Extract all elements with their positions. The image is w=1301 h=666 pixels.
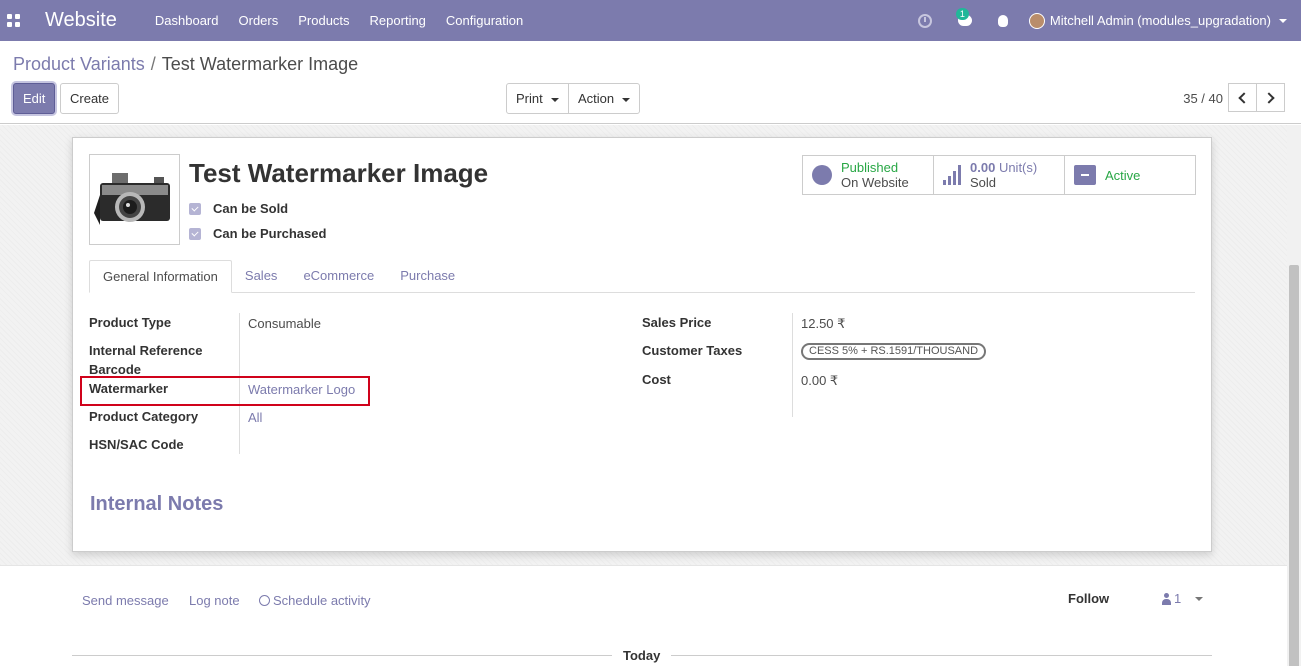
internal-notes-title: Internal Notes (90, 493, 224, 515)
follow-button[interactable]: Follow (1068, 591, 1109, 606)
can-be-sold-checkbox[interactable] (189, 202, 201, 215)
watermarker-highlight-box (80, 376, 370, 406)
print-dropdown[interactable]: Print (506, 83, 569, 114)
top-navbar: Website Dashboard Orders Products Report… (0, 0, 1301, 41)
user-name: Mitchell Admin (modules_upgradation) (1049, 13, 1271, 28)
internal-reference-label: Internal Reference (89, 343, 203, 358)
chevron-down-icon (1195, 596, 1204, 601)
action-label: Action (578, 91, 615, 106)
tab-purchase[interactable]: Purchase (387, 260, 468, 292)
customer-taxes-label: Customer Taxes (642, 343, 743, 358)
chat-icon[interactable]: 1 (942, 0, 988, 41)
product-type-value: Consumable (248, 316, 321, 331)
chevron-down-icon (1279, 18, 1287, 23)
chatter: Send message Log note Schedule activity … (0, 565, 1287, 666)
date-separator-label: Today (612, 648, 672, 663)
print-label: Print (516, 91, 543, 106)
navbar-systray: 1 Mitchell Admin (modules_upgradation) (908, 0, 1301, 41)
sold-label: Sold (970, 175, 997, 190)
product-image[interactable] (89, 154, 180, 245)
product-title: Test Watermarker Image (189, 158, 489, 188)
pager-next-button[interactable] (1256, 83, 1285, 112)
schedule-activity-button[interactable]: Schedule activity (259, 593, 371, 608)
tab-sales[interactable]: Sales (232, 260, 291, 292)
chevron-down-icon (622, 97, 631, 102)
main-menu: Dashboard Orders Products Reporting Conf… (145, 0, 533, 41)
chat-count-badge: 1 (955, 8, 969, 20)
can-be-purchased-label: Can be Purchased (213, 226, 327, 241)
scrollbar[interactable] (1287, 125, 1301, 666)
product-type-label: Product Type (89, 315, 172, 330)
notebook-tabs: General Information Sales eCommerce Purc… (89, 260, 1195, 293)
debug-bug-icon[interactable] (988, 0, 1018, 41)
chevron-down-icon (550, 97, 559, 102)
sales-price-value: 12.50 ₹ (801, 316, 846, 331)
menu-orders[interactable]: Orders (229, 0, 289, 41)
customer-tax-tag: CESS 5% + RS.1591/THOUSAND (801, 343, 987, 360)
published-subtitle: On Website (841, 175, 909, 190)
product-category-label: Product Category (89, 409, 199, 424)
can-be-sold-label: Can be Sold (213, 201, 289, 216)
pager-value[interactable]: 35 / 40 (1183, 91, 1223, 106)
active-stat-button[interactable]: Active (1064, 155, 1196, 195)
can-be-purchased-checkbox[interactable] (189, 227, 201, 240)
signal-bars-icon (943, 165, 961, 185)
control-panel: Product Variants / Test Watermarker Image … (0, 41, 1301, 124)
tab-general-information[interactable]: General Information (89, 260, 232, 293)
sales-price-label: Sales Price (642, 315, 712, 330)
menu-reporting[interactable]: Reporting (360, 0, 436, 41)
tab-ecommerce[interactable]: eCommerce (290, 260, 387, 292)
field-divider (792, 313, 793, 417)
can-be-sold-field[interactable]: Can be Sold (189, 201, 288, 216)
apps-menu-icon[interactable] (7, 14, 20, 27)
can-be-purchased-field[interactable]: Can be Purchased (189, 226, 326, 241)
activity-clock-icon[interactable] (908, 0, 942, 41)
schedule-activity-label: Schedule activity (273, 593, 371, 608)
globe-icon (812, 165, 832, 185)
chevron-left-icon (1238, 91, 1250, 104)
hsn-sac-code-label: HSN/SAC Code (89, 437, 184, 452)
cost-label: Cost (642, 372, 671, 387)
user-menu[interactable]: Mitchell Admin (modules_upgradation) (1018, 0, 1301, 41)
product-category-link[interactable]: All (248, 410, 262, 425)
pager-previous-button[interactable] (1228, 83, 1257, 112)
followers-button[interactable]: 1 (1162, 591, 1204, 606)
followers-count: 1 (1174, 591, 1182, 606)
create-button[interactable]: Create (60, 83, 120, 114)
published-status: Published (841, 160, 899, 175)
chevron-right-icon (1263, 91, 1275, 104)
sold-value: 0.00 (970, 160, 996, 175)
menu-configuration[interactable]: Configuration (436, 0, 533, 41)
app-name[interactable]: Website (45, 9, 117, 32)
avatar (1028, 12, 1045, 29)
breadcrumb-separator: / (150, 54, 156, 74)
active-label: Active (1105, 167, 1141, 183)
cost-value: 0.00 ₹ (801, 373, 839, 388)
menu-products[interactable]: Products (288, 0, 359, 41)
action-dropdown[interactable]: Action (568, 83, 641, 114)
camera-icon (94, 173, 170, 225)
send-message-button[interactable]: Send message (82, 593, 169, 608)
scrollbar-thumb[interactable] (1289, 265, 1299, 666)
menu-dashboard[interactable]: Dashboard (145, 0, 229, 41)
form-sheet: Test Watermarker Image Can be Sold Can b… (72, 137, 1212, 552)
breadcrumb-current: Test Watermarker Image (161, 54, 359, 74)
clock-icon (259, 595, 270, 606)
sold-unit: Unit(s) (998, 160, 1038, 175)
sold-stat-button[interactable]: 0.00 Unit(s) Sold (933, 155, 1065, 195)
edit-button[interactable]: Edit (13, 83, 56, 114)
breadcrumb: Product Variants / Test Watermarker Image (13, 54, 358, 75)
breadcrumb-parent[interactable]: Product Variants (13, 54, 145, 74)
archive-icon (1074, 165, 1096, 185)
user-icon (1162, 592, 1171, 605)
log-note-button[interactable]: Log note (189, 593, 240, 608)
published-stat-button[interactable]: Published On Website (802, 155, 934, 195)
